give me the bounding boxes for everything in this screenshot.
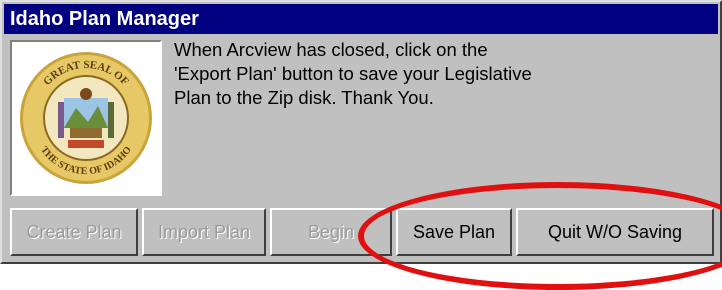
idaho-plan-manager-window: Idaho Plan Manager GREAT SEAL OF THE STA… [0,0,722,264]
window-title: Idaho Plan Manager [4,4,718,34]
instruction-message: When Arcview has closed, click on the 'E… [174,38,694,110]
message-line: When Arcview has closed, click on the [174,39,488,60]
message-line: Plan to the Zip disk. Thank You. [174,87,434,108]
state-seal-image: GREAT SEAL OF THE STATE OF IDAHO [10,40,162,196]
begin-button[interactable]: Begin [270,208,392,256]
save-plan-button[interactable]: Save Plan [396,208,512,256]
great-seal-icon: GREAT SEAL OF THE STATE OF IDAHO [20,52,152,184]
import-plan-button[interactable]: Import Plan [142,208,266,256]
message-line: 'Export Plan' button to save your Legisl… [174,63,532,84]
quit-without-saving-button[interactable]: Quit W/O Saving [516,208,714,256]
create-plan-button[interactable]: Create Plan [10,208,138,256]
